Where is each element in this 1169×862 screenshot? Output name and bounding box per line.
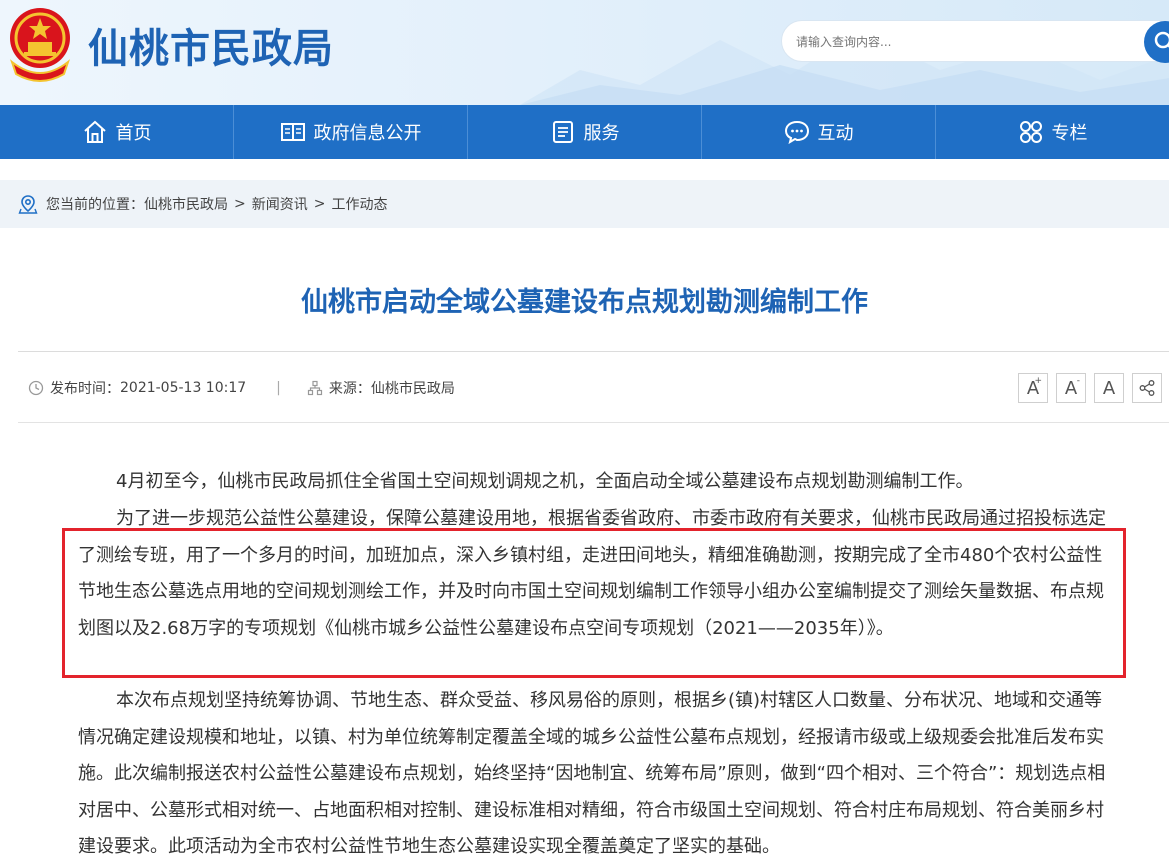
location-pin-icon <box>18 195 38 214</box>
nav-label: 首页 <box>115 123 152 144</box>
chat-icon <box>784 120 809 145</box>
site-title[interactable]: 仙桃市民政局 <box>88 16 334 74</box>
breadcrumb-separator: > <box>234 196 246 212</box>
article-paragraph-1: 4月初至今，仙桃市民政局抓住全省国土空间规划调规之机，全面启动全域公墓建设布点规… <box>116 471 974 492</box>
national-emblem-icon <box>9 8 71 82</box>
grid-icon <box>1019 121 1042 143</box>
article-paragraph-3: 本次布点规划坚持统筹协调、节地生态、群众受益、移风易俗的原则，根据乡(镇)村辖区… <box>78 690 1106 857</box>
breadcrumb: 您当前的位置： 仙桃市民政局 > 新闻资讯 > 工作动态 <box>18 194 387 214</box>
search-box <box>781 20 1169 63</box>
nav-item-column[interactable]: 专栏 <box>936 105 1169 159</box>
search-button[interactable] <box>1144 21 1169 63</box>
nav-item-home[interactable]: 首页 <box>0 105 234 159</box>
nav-item-gov-info[interactable]: 政府信息公开 <box>234 105 468 159</box>
search-input[interactable] <box>796 31 1136 53</box>
meta-divider-line <box>18 422 1169 423</box>
meta-divider: | <box>276 380 281 396</box>
breadcrumb-item-home[interactable]: 仙桃市民政局 <box>144 194 228 214</box>
nav-label: 服务 <box>583 123 620 144</box>
share-icon <box>1139 380 1155 396</box>
font-decrease-button[interactable]: A- <box>1056 373 1086 403</box>
search-icon <box>1154 31 1169 49</box>
article-paragraph-2: 为了进一步规范公益性公墓建设，保障公墓建设用地，根据省委省政府、市委市政府有关要… <box>78 508 1106 639</box>
book-icon <box>280 123 305 141</box>
title-divider <box>18 351 1169 352</box>
font-increase-button[interactable]: A + <box>1018 373 1048 403</box>
nav-item-interaction[interactable]: 互动 <box>702 105 936 159</box>
font-reset-button[interactable]: A <box>1094 373 1124 403</box>
document-icon <box>552 121 573 143</box>
article-title: 仙桃市启动全域公墓建设布点规划勘测编制工作 <box>301 287 868 318</box>
article-meta: 发布时间： 2021-05-13 10:17 | 来源： 仙桃市民政局 <box>28 378 455 398</box>
breadcrumb-item-news[interactable]: 新闻资讯 <box>252 194 308 214</box>
main-nav: 首页 政府信息公开 服务 互动 专栏 <box>0 105 1169 159</box>
source-value: 仙桃市民政局 <box>370 381 455 397</box>
breadcrumb-item-work[interactable]: 工作动态 <box>331 194 387 214</box>
home-icon <box>83 120 106 143</box>
breadcrumb-bar: 您当前的位置： 仙桃市民政局 > 新闻资讯 > 工作动态 <box>0 180 1169 228</box>
source-label: 来源： <box>328 381 371 397</box>
reading-tools: A + A- A <box>1018 373 1162 403</box>
share-button[interactable] <box>1132 373 1162 403</box>
source-icon <box>307 380 322 396</box>
site-header: 仙桃市民政局 <box>0 0 1169 105</box>
breadcrumb-prefix: 您当前的位置： <box>46 197 144 213</box>
publish-time: 2021-05-13 10:17 <box>120 380 247 396</box>
nav-label: 专栏 <box>1051 123 1088 144</box>
breadcrumb-separator: > <box>313 196 326 212</box>
nav-item-service[interactable]: 服务 <box>468 105 702 159</box>
nav-label: 政府信息公开 <box>313 123 422 144</box>
nav-label: 互动 <box>817 123 854 144</box>
clock-icon <box>28 380 44 396</box>
publish-label: 发布时间： <box>50 381 120 397</box>
